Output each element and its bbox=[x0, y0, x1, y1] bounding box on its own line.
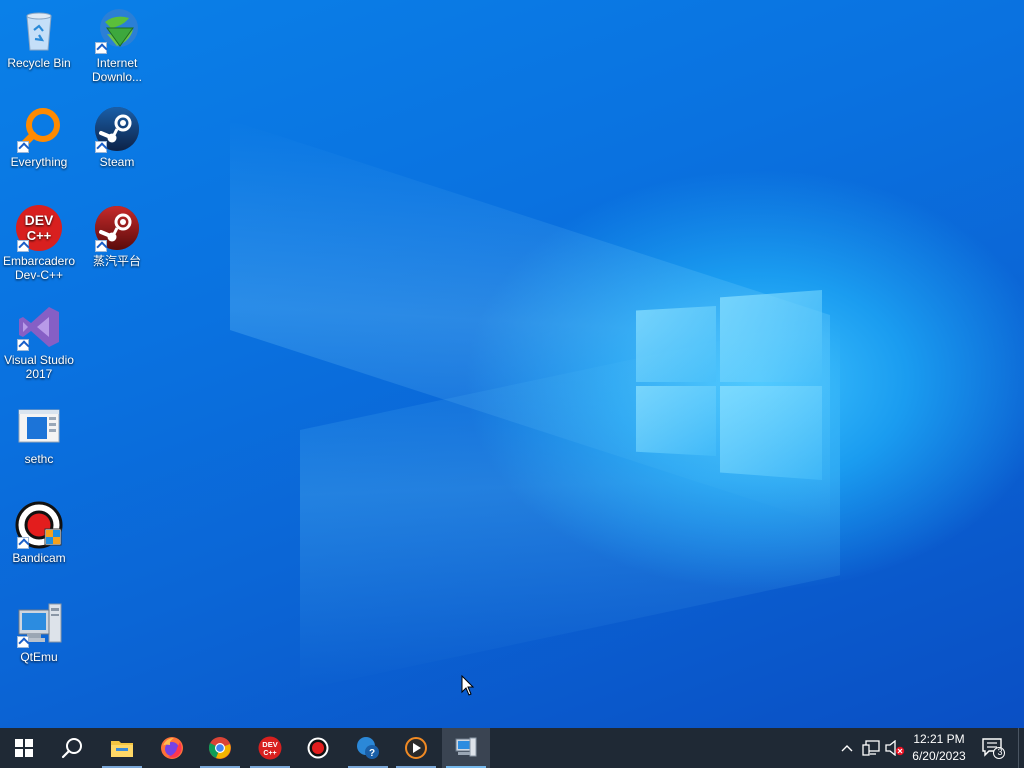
icon-label: Visual Studio 2017 bbox=[4, 353, 74, 381]
icon-label: Everything bbox=[10, 155, 68, 169]
visual-studio-icon bbox=[15, 303, 63, 351]
network-button[interactable] bbox=[860, 728, 882, 768]
taskbar: DEV C++ ? 12:21 PM 6/20/2023 3 bbox=[0, 728, 1024, 768]
windows-logo-wallpaper bbox=[636, 290, 822, 480]
shortcut-arrow-icon bbox=[17, 636, 29, 648]
sethc-icon bbox=[15, 402, 63, 450]
chevron-up-icon bbox=[841, 745, 853, 752]
shortcut-arrow-icon bbox=[95, 141, 107, 153]
steam-icon bbox=[93, 105, 141, 153]
action-center-button[interactable]: 3 bbox=[980, 728, 1006, 768]
desktop[interactable]: Recycle Bin Internet Downlo... Everythin… bbox=[0, 0, 1024, 728]
shortcut-arrow-icon bbox=[17, 141, 29, 153]
icon-label: Recycle Bin bbox=[7, 56, 71, 70]
dev-cpp-icon: DEV C++ bbox=[258, 736, 282, 760]
desktop-icon-everything[interactable]: Everything bbox=[0, 105, 78, 169]
search-button[interactable] bbox=[48, 728, 96, 768]
get-help-icon: ? bbox=[357, 737, 379, 759]
svg-text:C++: C++ bbox=[263, 750, 276, 757]
svg-text:?: ? bbox=[369, 748, 375, 759]
internet-download-manager-icon bbox=[93, 6, 141, 54]
taskbar-firefox[interactable] bbox=[148, 728, 196, 768]
icon-label: Embarcadero Dev-C++ bbox=[2, 254, 76, 282]
svg-text:DEV: DEV bbox=[262, 740, 277, 749]
show-desktop-button[interactable] bbox=[1018, 728, 1024, 768]
icon-label: QtEmu bbox=[20, 650, 58, 664]
svg-text:DEV: DEV bbox=[25, 212, 54, 228]
taskbar-qtemu[interactable] bbox=[442, 728, 490, 768]
media-player-icon bbox=[405, 737, 427, 759]
taskbar-dev-cpp[interactable]: DEV C++ bbox=[246, 728, 294, 768]
chrome-icon bbox=[208, 737, 231, 759]
desktop-icon-steam[interactable]: Steam bbox=[78, 105, 156, 169]
desktop-icon-internet-download-manager[interactable]: Internet Downlo... bbox=[78, 6, 156, 84]
svg-text:C++: C++ bbox=[27, 228, 52, 243]
taskbar-media-player[interactable] bbox=[392, 728, 440, 768]
network-icon bbox=[862, 740, 880, 756]
bandicam-icon bbox=[15, 501, 63, 549]
desktop-icon-qtemu[interactable]: QtEmu bbox=[0, 600, 78, 664]
notification-count-badge: 3 bbox=[997, 747, 1003, 757]
search-icon bbox=[61, 738, 82, 759]
dev-cpp-icon: DEV C++ bbox=[15, 204, 63, 252]
shortcut-arrow-icon bbox=[17, 240, 29, 252]
shortcut-arrow-icon bbox=[95, 42, 107, 54]
recycle-bin-icon bbox=[15, 6, 63, 54]
shortcut-arrow-icon bbox=[95, 240, 107, 252]
mouse-cursor-icon bbox=[461, 674, 475, 702]
qtemu-icon bbox=[15, 600, 63, 648]
taskbar-chrome[interactable] bbox=[196, 728, 244, 768]
icon-label: Steam bbox=[99, 155, 135, 169]
clock-date: 6/20/2023 bbox=[912, 749, 966, 763]
everything-search-icon bbox=[15, 105, 63, 153]
start-icon bbox=[15, 739, 33, 757]
firefox-icon bbox=[161, 737, 183, 759]
desktop-icon-steam-china[interactable]: 蒸汽平台 bbox=[78, 204, 156, 268]
icon-label: Bandicam bbox=[12, 551, 66, 565]
taskbar-get-help[interactable]: ? bbox=[344, 728, 392, 768]
show-hidden-icons-button[interactable] bbox=[836, 728, 858, 768]
icon-label: 蒸汽平台 bbox=[92, 254, 141, 268]
clock[interactable]: 12:21 PM 6/20/2023 bbox=[902, 731, 976, 765]
file-explorer-icon bbox=[111, 741, 133, 757]
qtemu-icon bbox=[455, 737, 477, 757]
start-button[interactable] bbox=[0, 728, 48, 768]
desktop-icon-visual-studio[interactable]: Visual Studio 2017 bbox=[0, 303, 78, 381]
desktop-icon-bandicam[interactable]: Bandicam bbox=[0, 501, 78, 565]
steam-china-icon bbox=[93, 204, 141, 252]
icon-label: Internet Downlo... bbox=[91, 56, 143, 84]
clock-time: 12:21 PM bbox=[913, 732, 965, 746]
desktop-icon-sethc[interactable]: sethc bbox=[0, 402, 78, 466]
shortcut-arrow-icon bbox=[17, 339, 29, 351]
record-icon bbox=[307, 737, 329, 759]
icon-label: sethc bbox=[24, 452, 54, 466]
taskbar-bandicam[interactable] bbox=[294, 728, 342, 768]
desktop-icon-dev-cpp[interactable]: DEV C++ Embarcadero Dev-C++ bbox=[0, 204, 78, 282]
taskbar-file-explorer[interactable] bbox=[98, 728, 146, 768]
desktop-icon-recycle-bin[interactable]: Recycle Bin bbox=[0, 6, 78, 70]
shortcut-arrow-icon bbox=[17, 537, 29, 549]
